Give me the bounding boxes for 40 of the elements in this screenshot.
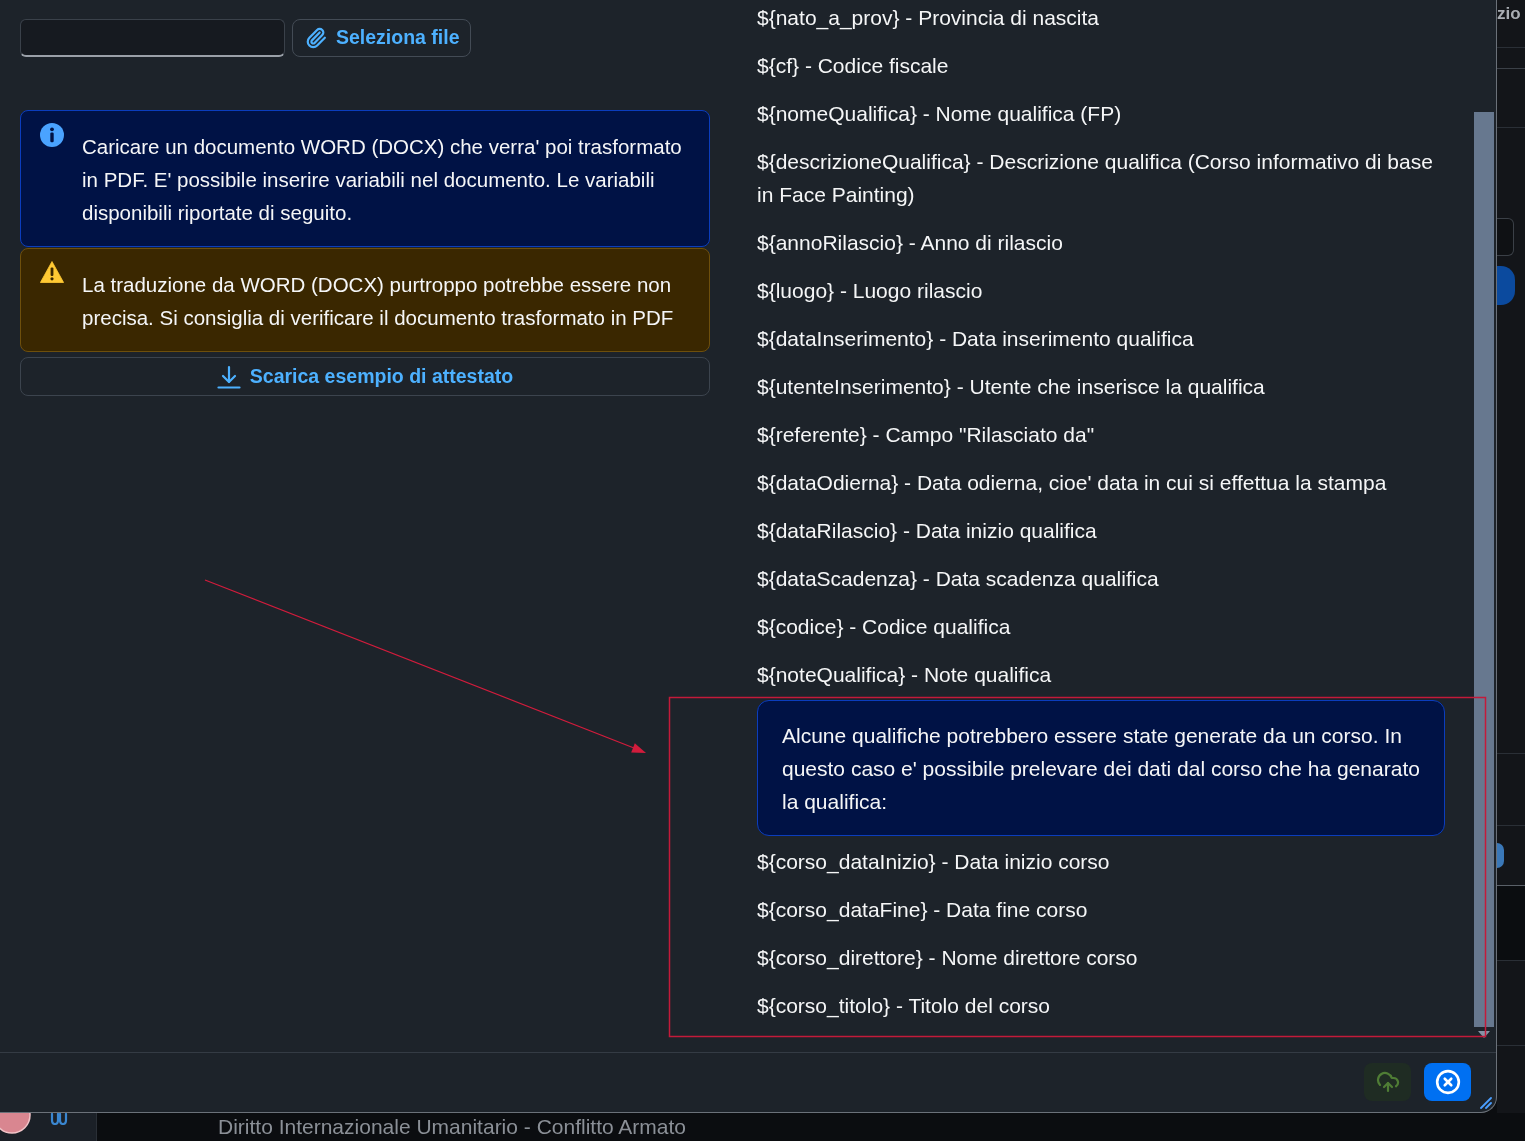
banner-text: Caricare un documento WORD (DOCX) che verra' poi trasformato in PDF. E' possibile inserire variabili nel documento. Le variabili disponibili riportate di seguito.: [82, 134, 683, 226]
paperclip-icon: [305, 27, 327, 49]
variable-item: ${noteQualifica} - Note qualifica: [757, 662, 1053, 688]
avatar-icon: [0, 1113, 31, 1134]
select-file-button[interactable]: Seleziona file: [292, 19, 471, 57]
course-note: Alcune qualifiche potrebbero essere state generate da un corso. In questo caso e' possibile prelevare dei dati dal corso che ha genarato la qualifica:: [757, 700, 1445, 836]
variable-item: ${dataInserimento} - Data inserimento qualifica: [757, 326, 1195, 352]
scrollbar-thumb[interactable]: [1474, 112, 1494, 1027]
variable-item: ${dataOdierna} - Data odierna, cioe' data in cui si effettua la stampa: [757, 470, 1388, 496]
variable-item: ${luogo} - Luogo rilascio: [757, 278, 984, 304]
variable-item: ${corso_titolo} - Titolo del corso: [757, 993, 1051, 1020]
input-field[interactable]: [1497, 218, 1514, 256]
variable-item: ${annoRilascio} - Anno di rilascio: [757, 230, 1064, 256]
u-shapes-icon: [50, 1113, 68, 1125]
variable-item: ${nato_a_prov} - Provincia di nascita: [757, 5, 1101, 32]
variable-item: ${codice} - Codice qualifica: [757, 614, 1012, 640]
banner-text: La traduzione da WORD (DOCX) purtroppo potrebbe essere non precisa. Si consiglia di verificare il documento trasformato in PDF: [82, 272, 675, 331]
caret-down-icon[interactable]: [1478, 1031, 1490, 1038]
variable-item: ${descrizioneQualifica} - Descrizione qualifica (Corso informativo di base in Face Painting): [757, 149, 1434, 208]
variable-item: ${nomeQualifica} - Nome qualifica (FP): [757, 101, 1123, 127]
variable-item: ${corso_dataInizio} - Data inizio corso: [757, 849, 1111, 876]
variable-item: ${referente} - Campo "Rilasciato da": [757, 422, 1096, 448]
cloud-upload-icon: [1375, 1070, 1400, 1094]
variable-item: ${dataRilascio} - Data inizio qualifica: [757, 518, 1098, 544]
info-icon: [40, 123, 64, 147]
file-name-field[interactable]: [20, 19, 285, 57]
variable-item: ${corso_dataFine} - Data fine corso: [757, 897, 1089, 924]
variable-item: ${dataScadenza} - Data scadenza qualifica: [757, 566, 1160, 592]
variable-item: ${cf} - Codice fiscale: [757, 53, 950, 79]
download-icon: [216, 364, 241, 389]
resize-handle-icon[interactable]: [1480, 1097, 1492, 1109]
warning-icon: [40, 261, 64, 283]
variable-item: ${utenteInserimento} - Utente che inserisce la qualifica: [757, 374, 1266, 400]
list-item-text: Diritto Internazionale Umanitario - Conflitto Armato: [217, 1114, 688, 1140]
close-icon: [1434, 1069, 1461, 1095]
upload-button[interactable]: [1364, 1063, 1411, 1101]
heading-fragment: zio: [1497, 4, 1522, 24]
download-button[interactable]: Scarica esempio di attestato: [20, 357, 710, 396]
variable-item: ${corso_direttore} - Nome direttore corso: [757, 945, 1139, 972]
close-button[interactable]: [1424, 1063, 1471, 1101]
